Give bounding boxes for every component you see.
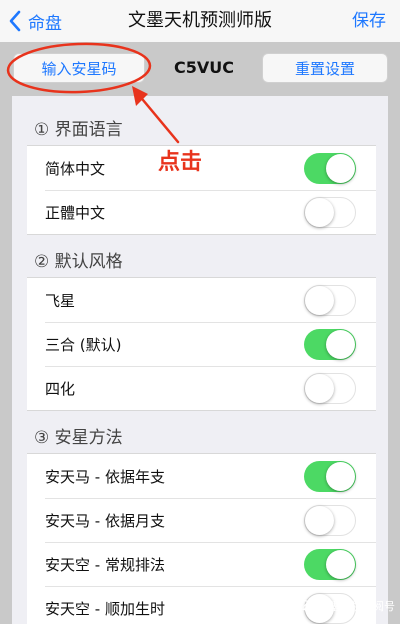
list-item: 正體中文: [27, 190, 376, 234]
group-style: 飞星 三合 (默认) 四化: [27, 277, 376, 411]
switch-knob: [305, 505, 334, 535]
toggle-switch[interactable]: [304, 460, 356, 492]
toggle-switch[interactable]: [304, 328, 356, 360]
setting-code: C5VUC: [174, 58, 234, 77]
switch-knob: [326, 329, 355, 359]
list-item: 安天空 - 常规排法: [27, 542, 376, 586]
navigation-bar: 命盘 文墨天机预测师版 保存: [0, 0, 400, 42]
list-item: 四化: [27, 366, 376, 410]
switch-knob: [305, 373, 334, 403]
toggle-switch[interactable]: [304, 196, 356, 228]
reset-settings-button[interactable]: 重置设置: [262, 53, 388, 83]
row-label: 安天空 - 顺加生时: [45, 599, 165, 618]
input-code-button[interactable]: 输入安星码: [13, 53, 145, 83]
chevron-left-icon: [9, 10, 21, 32]
list-item: 三合 (默认): [27, 322, 376, 366]
row-label: 安天马 - 依据年支: [45, 467, 165, 486]
row-label: 四化: [45, 379, 76, 398]
row-label: 安天马 - 依据月支: [45, 511, 165, 530]
section-header-language: ① 界面语言: [34, 120, 123, 140]
row-label: 正體中文: [45, 203, 106, 222]
toggle-switch[interactable]: [304, 284, 356, 316]
back-button[interactable]: 命盘: [8, 0, 62, 42]
switch-knob: [305, 285, 334, 315]
switch-knob: [326, 461, 355, 491]
list-item: 安天马 - 依据月支: [27, 498, 376, 542]
switch-knob: [326, 153, 355, 183]
switch-knob: [305, 197, 334, 227]
row-label: 飞星: [45, 291, 76, 310]
toggle-switch[interactable]: [304, 548, 356, 580]
list-item: 飞星: [27, 278, 376, 322]
row-label: 安天空 - 常规排法: [45, 555, 165, 574]
annotation-callout: 点击: [158, 150, 203, 175]
watermark-text: 文墨天机订阅号: [318, 600, 395, 613]
save-button[interactable]: 保存: [352, 0, 386, 42]
toggle-switch[interactable]: [304, 504, 356, 536]
toggle-switch[interactable]: [304, 152, 356, 184]
watermark: 文墨天机订阅号: [298, 598, 395, 614]
section-header-method: ③ 安星方法: [34, 428, 123, 448]
back-label: 命盘: [28, 13, 62, 34]
wechat-icon: [298, 599, 314, 612]
list-item: 安天马 - 依据年支: [27, 454, 376, 498]
section-header-style: ② 默认风格: [34, 252, 123, 272]
row-label: 三合 (默认): [45, 335, 122, 354]
toggle-switch[interactable]: [304, 372, 356, 404]
switch-knob: [326, 549, 355, 579]
